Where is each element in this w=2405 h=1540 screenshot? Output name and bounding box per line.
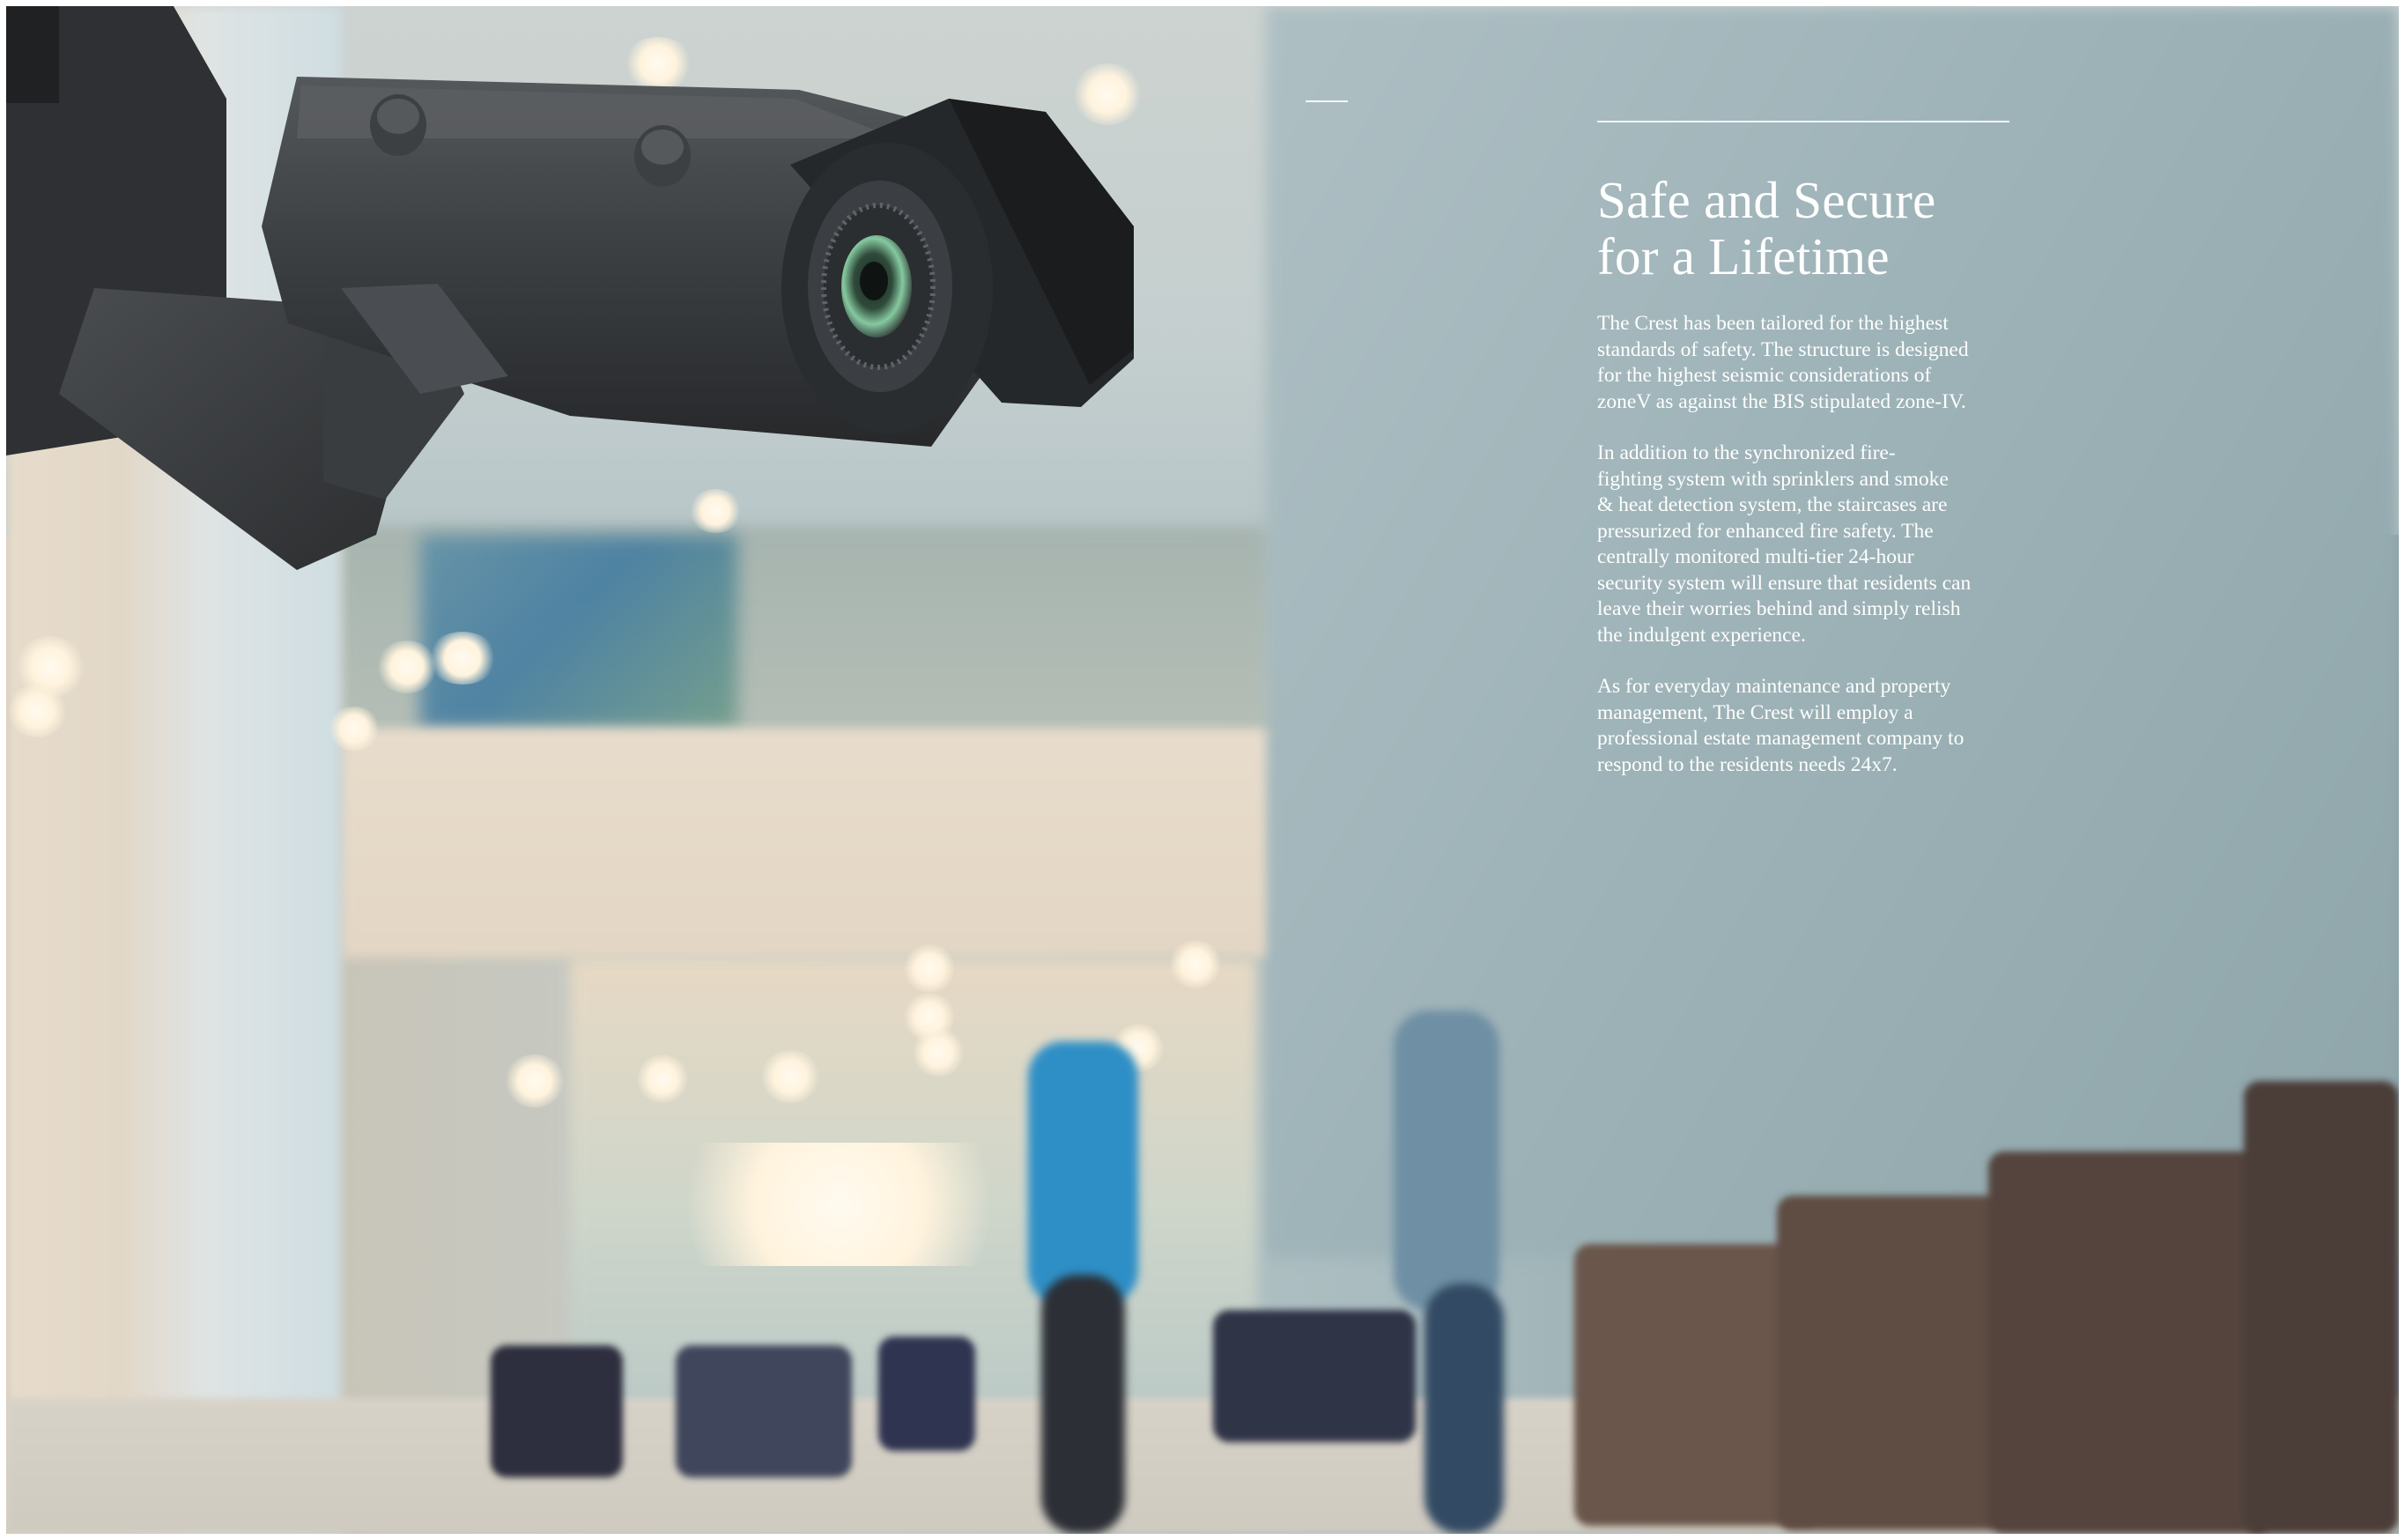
lobby-chair [1213, 1310, 1416, 1442]
lobby-sofa [2244, 1081, 2399, 1534]
person-legs [1424, 1284, 1504, 1534]
ceiling-light [759, 1050, 821, 1103]
brochure-page: Safe and Secure for a Lifetime The Crest… [6, 6, 2399, 1534]
ceiling-light [903, 944, 956, 993]
paragraph-fire-security: In addition to the synchronized fire- fi… [1597, 441, 1972, 647]
ceiling-light [636, 1055, 689, 1103]
paragraph-safety: The Crest has been tailored for the high… [1597, 312, 1969, 413]
lobby-sofa [1777, 1196, 2006, 1530]
ceiling-light [1169, 940, 1222, 988]
body-copy: The Crest has been tailored for the high… [1597, 311, 2011, 803]
photo-mezzanine [341, 729, 1266, 958]
person-standing [1394, 1011, 1499, 1310]
lobby-table [676, 1345, 852, 1477]
ceiling-light [427, 632, 498, 685]
page-title: Safe and Secure for a Lifetime [1597, 172, 2126, 285]
section-rule [1597, 121, 2009, 122]
paragraph-maintenance: As for everyday maintenance and property… [1597, 675, 1965, 776]
ceiling-light [328, 707, 381, 751]
title-line: Safe and Secure [1597, 171, 1936, 229]
title-line: for a Lifetime [1597, 227, 1890, 285]
security-camera-icon [6, 6, 1134, 570]
ceiling-light [6, 685, 68, 737]
decorative-rule [1306, 100, 1348, 102]
person-blue-shirt [1028, 1041, 1138, 1306]
lobby-chair [491, 1345, 623, 1477]
lobby-glow [636, 1143, 1041, 1266]
ceiling-light [504, 1055, 566, 1107]
lobby-chair [878, 1336, 975, 1451]
lobby-sofa [1988, 1151, 2270, 1534]
person-legs [1041, 1275, 1125, 1534]
ceiling-light [912, 1028, 965, 1077]
